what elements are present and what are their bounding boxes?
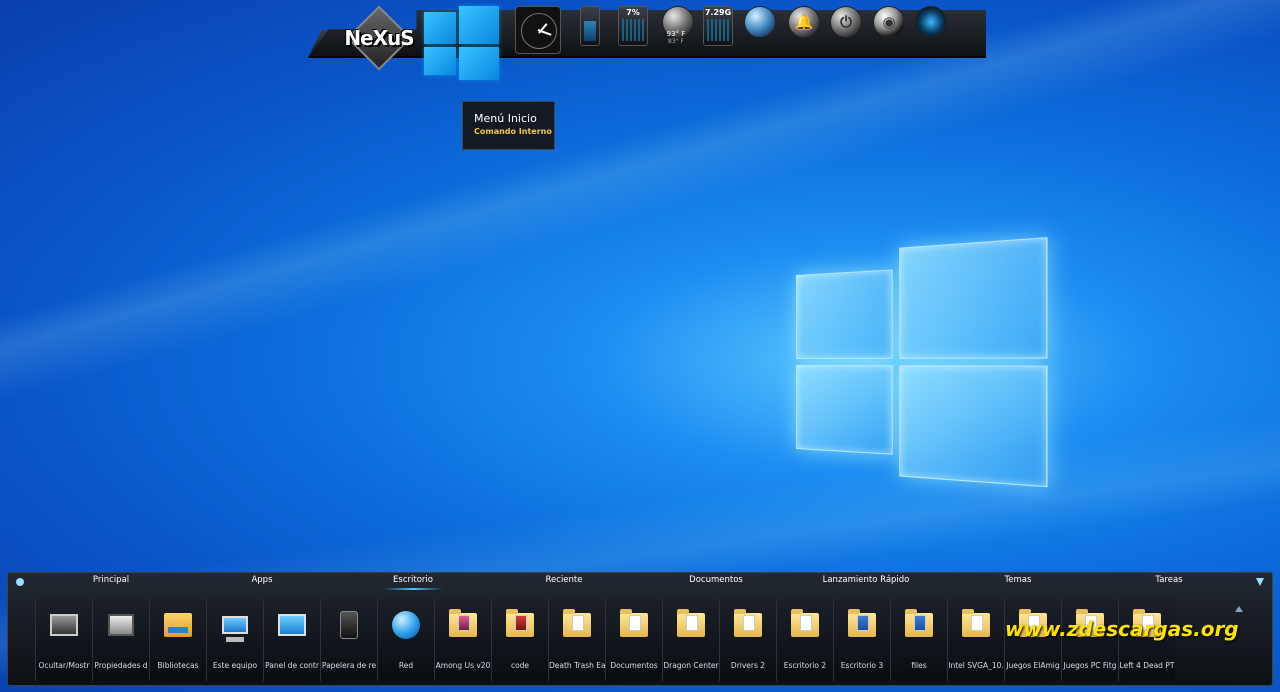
folder-icon xyxy=(618,609,650,641)
power-icon[interactable]: ⏻ xyxy=(830,6,862,38)
dock-item-label: Documentos xyxy=(606,661,662,670)
tooltip-subtitle: Comando Interno xyxy=(474,125,554,138)
camera-icon[interactable] xyxy=(915,6,947,38)
dock-tabs: Principal Apps Escritorio Reciente Docum… xyxy=(8,573,1272,593)
dock-item-label: Intel SVGA_10. xyxy=(948,661,1004,670)
dock-item-among-us[interactable]: Among Us v20 xyxy=(434,599,491,681)
weather-secondary-temp: 83° F xyxy=(661,38,691,45)
dock-item-label: code xyxy=(492,661,548,670)
dock-item-death-trash[interactable]: Death Trash Ea xyxy=(548,599,605,681)
folder-icon xyxy=(447,609,479,641)
dock-item-panel-de-control[interactable]: Panel de contr xyxy=(263,599,320,681)
dock-item-code[interactable]: code xyxy=(491,599,548,681)
dock-item-label: Dragon Center xyxy=(663,661,719,670)
libraries-icon xyxy=(162,609,194,641)
folder-icon xyxy=(675,609,707,641)
dock-item-label: Papelera de re xyxy=(321,661,377,670)
folder-icon xyxy=(789,609,821,641)
notification-bell-icon[interactable]: 🔔 xyxy=(788,6,820,38)
dock-item-label: Ocultar/Mostr xyxy=(36,661,92,670)
dock-item-escritorio-2[interactable]: Escritorio 2 xyxy=(776,599,833,681)
dock-item-propiedades[interactable]: Propiedades d xyxy=(92,599,149,681)
computer-icon xyxy=(219,609,251,641)
dock-item-label: Drivers 2 xyxy=(720,661,776,670)
dock-item-label: Escritorio 3 xyxy=(834,661,890,670)
watermark-text: www.zdescargas.org xyxy=(1005,617,1239,641)
cpu-meter-value: 7% xyxy=(619,8,647,17)
tab-apps[interactable]: Apps xyxy=(251,575,272,585)
nexus-logo[interactable]: NeXuS xyxy=(340,6,418,70)
ram-meter-gadget[interactable]: 7.29G xyxy=(703,6,733,52)
network-globe-icon xyxy=(390,609,422,641)
dock-item-label: Juegos ElAmig xyxy=(1005,661,1061,670)
recycle-bin-icon xyxy=(333,609,365,641)
dock-item-label: Juegos PC Fitg xyxy=(1062,661,1118,670)
folder-icon xyxy=(504,609,536,641)
folder-icon xyxy=(732,609,764,641)
folder-icon xyxy=(846,609,878,641)
folder-icon xyxy=(561,609,593,641)
media-player-icon[interactable]: ◉ xyxy=(873,6,905,38)
dock-item-label: Among Us v20 xyxy=(435,661,491,670)
tab-lanzamiento-rapido[interactable]: Lanzamiento Rápido xyxy=(823,575,910,585)
dock-item-label: Bibliotecas xyxy=(150,661,206,670)
dock-item-intel-svga[interactable]: Intel SVGA_10. xyxy=(947,599,1004,681)
dock-item-dragon-center[interactable]: Dragon Center xyxy=(662,599,719,681)
tooltip-title: Menú Inicio xyxy=(474,112,554,125)
dock-item-label: Left 4 Dead PT xyxy=(1119,661,1175,670)
tab-temas[interactable]: Temas xyxy=(1005,575,1032,585)
tab-reciente[interactable]: Reciente xyxy=(546,575,583,585)
dock-item-label: files xyxy=(891,661,947,670)
tab-documentos[interactable]: Documentos xyxy=(689,575,743,585)
tab-tareas[interactable]: Tareas xyxy=(1155,575,1182,585)
clock-gadget[interactable] xyxy=(515,6,561,54)
start-menu-button[interactable] xyxy=(424,6,500,80)
folder-icon xyxy=(903,609,935,641)
tab-principal[interactable]: Principal xyxy=(93,575,129,585)
internet-globe-icon[interactable] xyxy=(744,6,776,38)
battery-gadget[interactable] xyxy=(580,6,600,52)
cpu-meter-gadget[interactable]: 7% xyxy=(618,6,648,52)
dock-item-papelera[interactable]: Papelera de re xyxy=(320,599,377,681)
folder-icon xyxy=(960,609,992,641)
display-properties-icon xyxy=(105,609,137,641)
dock-item-label: Red xyxy=(378,661,434,670)
dock-item-red[interactable]: Red xyxy=(377,599,434,681)
dock-item-escritorio-3[interactable]: Escritorio 3 xyxy=(833,599,890,681)
dock-item-drivers-2[interactable]: Drivers 2 xyxy=(719,599,776,681)
dock-item-ocultar-mostrar[interactable]: Ocultar/Mostr xyxy=(35,599,92,681)
dock-item-bibliotecas[interactable]: Bibliotecas xyxy=(149,599,206,681)
ram-meter-value: 7.29G xyxy=(704,8,732,17)
desktop-windows-logo xyxy=(796,237,1048,485)
dock-item-label: Propiedades d xyxy=(93,661,149,670)
weather-temperature: 93° F xyxy=(661,30,691,38)
tab-escritorio[interactable]: Escritorio xyxy=(393,575,433,585)
dock-item-documentos[interactable]: Documentos xyxy=(605,599,662,681)
dock-item-label: Panel de contr xyxy=(264,661,320,670)
dock-scroll-up-icon[interactable] xyxy=(1235,606,1243,612)
monitor-icon xyxy=(48,609,80,641)
start-menu-tooltip: Menú Inicio Comando Interno xyxy=(462,101,555,150)
dock-item-label: Este equipo xyxy=(207,661,263,670)
dock-item-files[interactable]: files xyxy=(890,599,947,681)
dock-item-label: Death Trash Ea xyxy=(549,661,605,670)
dock-item-label: Escritorio 2 xyxy=(777,661,833,670)
dock-item-este-equipo[interactable]: Este equipo xyxy=(206,599,263,681)
control-panel-icon xyxy=(276,609,308,641)
